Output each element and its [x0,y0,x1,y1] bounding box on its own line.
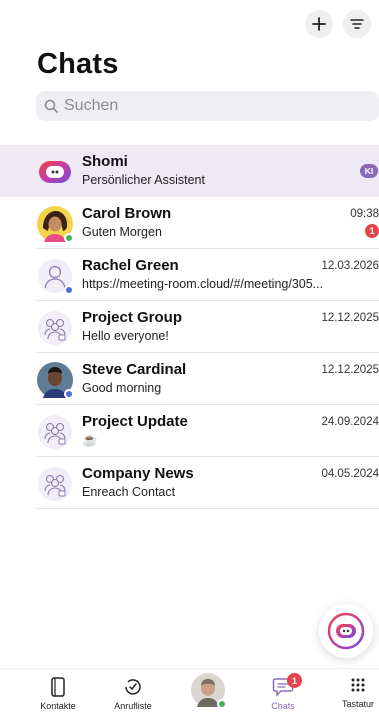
filter-button[interactable] [343,10,371,38]
filter-icon [350,19,364,29]
chat-item-company-news[interactable]: Company News Enreach Contact 04.05.2024 [0,457,379,509]
group-icon [37,414,73,450]
call-history-icon [125,679,141,695]
presence-dot [217,699,227,709]
tab-anrufliste[interactable]: Anrufliste [103,677,163,711]
chat-item-project-group[interactable]: Project Group Hello everyone! 12.12.2025 [0,301,379,353]
page-title: Chats [37,48,119,80]
group-icon [37,310,73,346]
chat-name: Carol Brown [82,205,172,222]
presence-dot [64,389,74,399]
new-chat-button[interactable] [305,10,333,38]
divider [36,508,379,509]
presence-dot [64,233,74,243]
tab-label: Kontakte [40,701,76,711]
chat-time: 04.05.2024 [321,468,379,480]
assistant-logo-icon [327,612,365,650]
profile-avatar [191,673,227,709]
chat-preview: Good morning [82,381,162,395]
chat-preview: Hello everyone! [82,329,169,343]
phone-book-icon [51,677,65,697]
person-outline-icon [37,258,74,295]
chat-name: Shomi [82,153,128,170]
search-field[interactable]: Suchen [36,91,379,121]
ki-badge: KI [360,164,378,178]
top-actions [305,10,371,38]
chat-preview: Guten Morgen [82,225,162,239]
avatar [37,362,74,399]
presence-dot [64,285,74,295]
chat-time: 12.12.2025 [321,312,379,324]
chat-item-shomi[interactable]: Shomi Persönlicher Assistent KI [0,145,379,197]
chat-item-steve-cardinal[interactable]: Steve Cardinal Good morning 12.12.2025 [0,353,379,405]
chat-time: 24.09.2024 [321,416,379,428]
chat-name: Rachel Green [82,257,179,274]
dialpad-icon [351,678,365,692]
tab-kontakte[interactable]: Kontakte [28,677,88,711]
chat-time: 09:38 [350,208,379,220]
chat-item-carol-brown[interactable]: Carol Brown Guten Morgen 09:38 1 [0,197,379,249]
chat-name: Company News [82,465,194,482]
chat-preview: Enreach Contact [82,485,176,499]
plus-icon [312,17,326,31]
chat-name: Steve Cardinal [82,361,187,378]
chat-item-project-update[interactable]: Project Update ☕ 24.09.2024 [0,405,379,457]
unread-badge: 1 [365,224,379,238]
tab-profile[interactable] [178,673,238,709]
chat-item-rachel-green[interactable]: Rachel Green https://meeting-room.cloud/… [0,249,379,301]
chat-time: 12.12.2025 [321,364,379,376]
assistant-fab-button[interactable] [319,604,373,658]
chat-preview: ☕ [82,433,98,447]
unread-badge: 1 [287,673,302,688]
tab-label: Anrufliste [114,701,152,711]
bottom-tab-bar: Kontakte Anrufliste 1 Chats Tastatur [0,668,379,716]
tab-label: Chats [271,701,295,711]
search-input[interactable]: Suchen [64,97,118,115]
group-icon [37,466,73,502]
avatar [37,206,74,243]
tab-tastatur[interactable]: Tastatur [328,677,379,709]
chat-time: 12.03.2026 [321,260,379,272]
chat-preview: Persönlicher Assistent [82,173,205,187]
assistant-logo-icon [37,154,73,190]
chat-preview: https://meeting-room.cloud/#/meeting/305… [82,277,324,291]
tab-label: Tastatur [341,699,374,709]
chat-name: Project Group [82,309,183,326]
tab-chats[interactable]: 1 Chats [253,673,313,711]
chat-name: Project Update [82,413,188,430]
search-icon [44,99,58,113]
